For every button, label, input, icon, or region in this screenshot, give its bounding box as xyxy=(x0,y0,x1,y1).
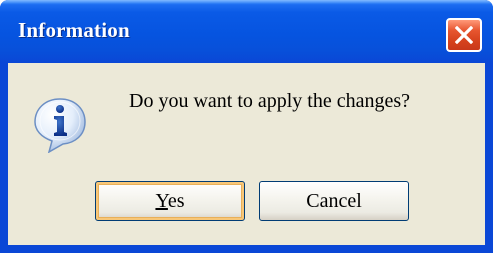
dialog-window: Information Do you want to apply the cha… xyxy=(0,0,493,253)
close-button[interactable] xyxy=(446,18,482,52)
dialog-message: Do you want to apply the changes? xyxy=(129,90,411,112)
dialog-body: Do you want to apply the changes? Yes Ca… xyxy=(8,63,485,245)
close-icon xyxy=(455,26,473,44)
title-bar[interactable]: Information xyxy=(0,0,493,63)
yes-button-label: Yes xyxy=(155,190,184,212)
cancel-button[interactable]: Cancel xyxy=(259,181,409,221)
yes-accelerator: Y xyxy=(155,190,168,212)
information-icon xyxy=(34,98,86,153)
window-title: Information xyxy=(18,18,130,42)
yes-button[interactable]: Yes xyxy=(95,181,245,221)
yes-label-rest: es xyxy=(167,190,185,212)
